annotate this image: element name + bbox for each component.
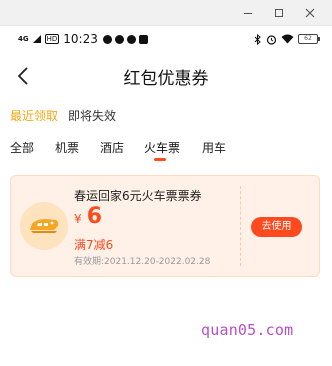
battery-level: 62 xyxy=(304,35,312,42)
coupon-card[interactable]: 春运回家6元火车票票券 ¥ 6 满7减6 有效期:2021.12.20-2022… xyxy=(10,175,320,277)
coupon-title: 春运回家6元火车票票券 xyxy=(74,189,202,203)
minimize-icon xyxy=(244,13,252,14)
maximize-button[interactable] xyxy=(271,5,287,21)
battery-icon: 62 xyxy=(298,34,320,44)
coupon-validity: 有效期:2021.12.20-2022.02.28 xyxy=(74,257,211,267)
coupon-amount: ¥ 6 xyxy=(74,204,102,229)
use-coupon-button[interactable]: 去使用 xyxy=(251,217,302,237)
alarm-icon xyxy=(266,34,277,45)
category-tabs: 全部 机票 酒店 火车票 用车 xyxy=(0,139,332,165)
coupon-condition: 满7减6 xyxy=(74,238,114,252)
compass-icon xyxy=(126,34,136,44)
close-button[interactable] xyxy=(302,5,318,21)
navigation-bar: 红包优惠券 xyxy=(0,56,332,96)
maximize-icon xyxy=(275,9,283,17)
amount-value: 6 xyxy=(86,204,103,229)
active-tab-indicator xyxy=(154,158,166,161)
tab-expiring[interactable]: 即将失效 xyxy=(68,107,116,124)
coupon-divider xyxy=(240,186,241,266)
wifi-icon xyxy=(281,34,294,44)
app-icon xyxy=(138,34,148,44)
minimize-button[interactable] xyxy=(240,5,256,21)
bluetooth-icon xyxy=(254,33,261,45)
coupon-filter-tabs: 最近领取 即将失效 xyxy=(10,107,116,124)
tab-recent[interactable]: 最近领取 xyxy=(10,107,58,124)
page-title: 红包优惠券 xyxy=(123,69,209,89)
category-car[interactable]: 用车 xyxy=(202,139,226,156)
close-icon xyxy=(305,8,315,18)
currency-symbol: ¥ xyxy=(74,212,82,226)
category-all[interactable]: 全部 xyxy=(10,139,34,156)
status-time: 10:23 xyxy=(63,32,98,46)
signal-icon xyxy=(32,35,41,43)
train-icon xyxy=(20,202,68,250)
category-train[interactable]: 火车票 xyxy=(144,139,180,156)
watermark: quan05.com xyxy=(201,321,294,339)
window-title-bar xyxy=(0,0,332,26)
notification-icon xyxy=(114,34,124,44)
category-hotel[interactable]: 酒店 xyxy=(100,139,124,156)
network-label: 4G xyxy=(18,34,29,43)
message-icon xyxy=(102,34,112,44)
category-flight[interactable]: 机票 xyxy=(55,139,79,156)
status-bar: 4G HD 10:23 62 xyxy=(0,26,332,52)
hd-badge: HD xyxy=(44,34,60,44)
